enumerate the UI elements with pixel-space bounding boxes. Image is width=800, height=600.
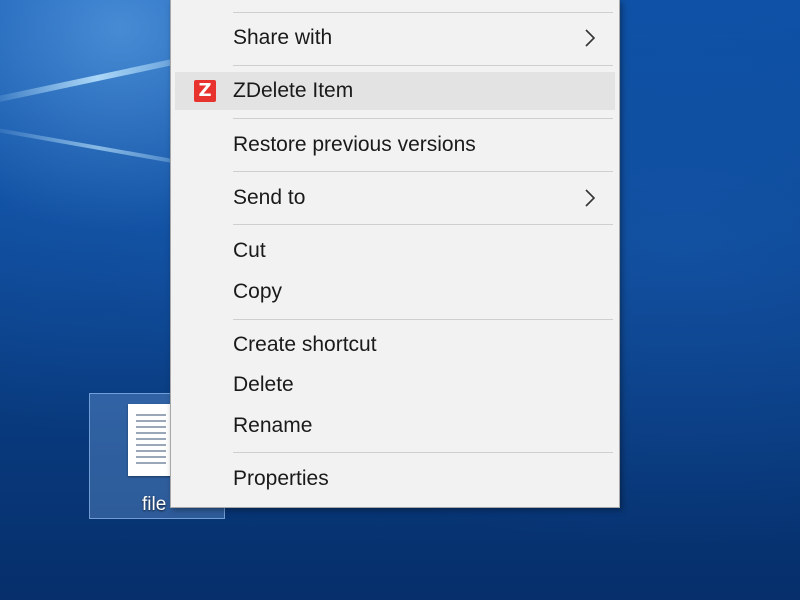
menu-item-label: Rename (233, 414, 313, 437)
menu-item-label: Copy (233, 280, 283, 303)
menu-separator (233, 452, 613, 453)
menu-item-restore-previous-versions[interactable]: Restore previous versions (175, 126, 615, 164)
menu-item-properties[interactable]: Properties (175, 460, 615, 498)
menu-separator (233, 65, 613, 66)
menu-item-create-shortcut[interactable]: Create shortcut (175, 326, 615, 364)
menu-separator (233, 118, 613, 119)
menu-separator (233, 171, 613, 172)
chevron-right-icon (585, 29, 596, 47)
zdelete-icon: Z (194, 80, 216, 102)
menu-item-delete[interactable]: Delete (175, 366, 615, 404)
menu-item-zdelete-item[interactable]: Z ZDelete Item (175, 72, 615, 110)
desktop-file-label: file (142, 494, 167, 515)
menu-item-label: Properties (233, 467, 329, 490)
menu-item-label: Share with (233, 26, 333, 49)
text-file-icon (128, 404, 174, 476)
menu-separator (233, 224, 613, 225)
menu-item-label: Create shortcut (233, 333, 377, 356)
menu-item-label: Cut (233, 239, 266, 262)
menu-item-label: ZDelete Item (233, 79, 354, 102)
menu-item-label: Send to (233, 186, 306, 209)
context-menu: Share with Z ZDelete Item Restore previo… (170, 0, 620, 508)
menu-separator (233, 319, 613, 320)
menu-item-copy[interactable]: Copy (175, 273, 615, 311)
chevron-right-icon (585, 189, 596, 207)
menu-item-rename[interactable]: Rename (175, 407, 615, 445)
menu-item-send-to[interactable]: Send to (175, 179, 615, 217)
menu-item-cut[interactable]: Cut (175, 232, 615, 270)
menu-item-label: Restore previous versions (233, 133, 476, 156)
menu-item-share-with[interactable]: Share with (175, 19, 615, 57)
menu-separator (233, 12, 613, 13)
menu-item-label: Delete (233, 373, 294, 396)
